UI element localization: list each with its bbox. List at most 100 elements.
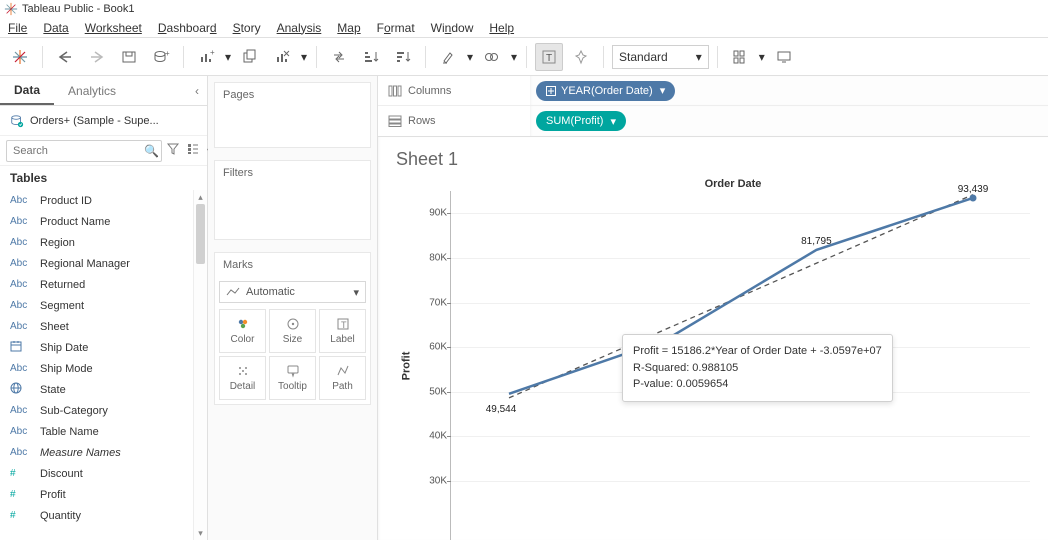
datasource-name: Orders+ (Sample - Supe... <box>30 115 159 127</box>
shelves: Columns YEAR(Order Date) ▾ Rows <box>378 76 1048 137</box>
rows-well[interactable]: SUM(Profit) ▾ <box>530 106 1048 136</box>
clear-sheet-dropdown[interactable]: ▾ <box>300 50 308 64</box>
rows-shelf[interactable]: Rows SUM(Profit) ▾ <box>378 106 1048 136</box>
new-data-source-button[interactable]: + <box>147 43 175 71</box>
marks-label-button[interactable]: TLabel <box>319 309 366 353</box>
menu-map[interactable]: Map <box>337 21 360 35</box>
marks-color-button[interactable]: Color <box>219 309 266 353</box>
fit-mode-select[interactable]: Standard ▾ <box>612 45 709 69</box>
menu-window[interactable]: Window <box>431 21 474 35</box>
label-toggle-button[interactable]: T <box>535 43 563 71</box>
field-ship-date[interactable]: Ship Date <box>0 337 207 358</box>
field-sub-category[interactable]: AbcSub-Category <box>0 400 207 421</box>
menu-worksheet[interactable]: Worksheet <box>85 21 142 35</box>
toolbar: + + ▾ ▾ ▾ ▾ T Standard ▾ ▾ <box>0 38 1048 76</box>
marks-size-button[interactable]: Size <box>269 309 316 353</box>
field-segment[interactable]: AbcSegment <box>0 295 207 316</box>
show-me-button[interactable] <box>726 43 754 71</box>
presentation-mode-button[interactable] <box>770 43 798 71</box>
new-worksheet-button[interactable]: + <box>192 43 220 71</box>
scroll-up-icon[interactable]: ▴ <box>194 190 207 204</box>
datasource-row[interactable]: Orders+ (Sample - Supe... <box>0 106 207 136</box>
marks-path-button[interactable]: Path <box>319 356 366 400</box>
pages-card: Pages <box>214 82 371 148</box>
back-button[interactable] <box>51 43 79 71</box>
main-area: Data Analytics ‹ Orders+ (Sample - Supe.… <box>0 76 1048 540</box>
tab-analytics[interactable]: Analytics <box>54 76 130 105</box>
filter-icon[interactable] <box>167 143 179 158</box>
chart[interactable]: Profit 30K40K50K60K70K80K90K49,54461,619… <box>396 191 1030 540</box>
title-bar: Tableau Public - Book1 <box>0 0 1048 18</box>
sort-desc-button[interactable] <box>389 43 417 71</box>
menu-format[interactable]: Format <box>377 21 415 35</box>
y-tick-label: 40K <box>411 431 447 442</box>
search-icon[interactable]: 🔍 <box>144 144 159 158</box>
field-label: Quantity <box>40 510 81 522</box>
field-product-name[interactable]: AbcProduct Name <box>0 211 207 232</box>
rows-shelf-label: Rows <box>378 115 530 127</box>
group-button[interactable] <box>478 43 506 71</box>
field-discount[interactable]: #Discount <box>0 463 207 484</box>
columns-shelf[interactable]: Columns YEAR(Order Date) ▾ <box>378 76 1048 106</box>
field-regional-manager[interactable]: AbcRegional Manager <box>0 253 207 274</box>
menu-analysis[interactable]: Analysis <box>277 21 322 35</box>
field-returned[interactable]: AbcReturned <box>0 274 207 295</box>
columns-well[interactable]: YEAR(Order Date) ▾ <box>530 76 1048 105</box>
toolbar-separator <box>526 46 527 68</box>
marks-tooltip-button[interactable]: Tooltip <box>269 356 316 400</box>
duplicate-button[interactable] <box>236 43 264 71</box>
color-icon <box>236 317 250 331</box>
menu-help[interactable]: Help <box>489 21 514 35</box>
field-measure-names[interactable]: AbcMeasure Names <box>0 442 207 463</box>
scroll-thumb[interactable] <box>196 204 205 264</box>
pill-sum-profit[interactable]: SUM(Profit) ▾ <box>536 111 626 131</box>
toolbar-separator <box>717 46 718 68</box>
window-title: Tableau Public - Book1 <box>22 3 135 15</box>
label-icon: T <box>336 317 350 331</box>
show-me-dropdown[interactable]: ▾ <box>758 50 766 64</box>
view-options-icon[interactable] <box>187 143 199 158</box>
tableau-home-button[interactable] <box>6 43 34 71</box>
menu-bar: File Data Worksheet Dashboard Story Anal… <box>0 18 1048 38</box>
highlight-dropdown[interactable]: ▾ <box>466 50 474 64</box>
search-input[interactable] <box>6 140 162 162</box>
new-worksheet-dropdown[interactable]: ▾ <box>224 50 232 64</box>
field-profit[interactable]: #Profit <box>0 484 207 505</box>
field-table-name[interactable]: AbcTable Name <box>0 421 207 442</box>
pages-shelf[interactable] <box>215 107 370 147</box>
pin-button[interactable] <box>567 43 595 71</box>
clear-sheet-button[interactable] <box>268 43 296 71</box>
menu-story[interactable]: Story <box>233 21 261 35</box>
mark-type-select[interactable]: Automatic ▾ <box>219 281 366 303</box>
y-tick-label: 90K <box>411 208 447 219</box>
highlight-button[interactable] <box>434 43 462 71</box>
field-list-scrollbar[interactable]: ▴ ▾ <box>193 190 207 540</box>
sheet-title[interactable]: Sheet 1 <box>396 149 1036 170</box>
save-button[interactable] <box>115 43 143 71</box>
forward-button[interactable] <box>83 43 111 71</box>
menu-file[interactable]: File <box>8 21 27 35</box>
sort-asc-button[interactable] <box>357 43 385 71</box>
pill-year-order-date[interactable]: YEAR(Order Date) ▾ <box>536 81 675 101</box>
collapse-pane-button[interactable]: ‹ <box>130 76 207 105</box>
menu-dashboard[interactable]: Dashboard <box>158 21 217 35</box>
field-label: Measure Names <box>40 447 121 459</box>
field-quantity[interactable]: #Quantity <box>0 505 207 526</box>
marks-detail-button[interactable]: Detail <box>219 356 266 400</box>
trend-line-tooltip: Profit = 15186.2*Year of Order Date + -3… <box>622 334 893 402</box>
tab-data[interactable]: Data <box>0 76 54 105</box>
field-sheet[interactable]: AbcSheet <box>0 316 207 337</box>
field-state[interactable]: State <box>0 379 207 400</box>
menu-data[interactable]: Data <box>43 21 68 35</box>
swap-button[interactable] <box>325 43 353 71</box>
filters-shelf[interactable] <box>215 185 370 239</box>
field-label: Segment <box>40 300 84 312</box>
field-product-id[interactable]: AbcProduct ID <box>0 190 207 211</box>
y-tick-label: 70K <box>411 297 447 308</box>
tooltip-rsquared: R-Squared: 0.988105 <box>633 360 882 377</box>
group-dropdown[interactable]: ▾ <box>510 50 518 64</box>
field-ship-mode[interactable]: AbcShip Mode <box>0 358 207 379</box>
field-region[interactable]: AbcRegion <box>0 232 207 253</box>
scroll-down-icon[interactable]: ▾ <box>194 526 207 540</box>
y-tick-label: 30K <box>411 476 447 487</box>
